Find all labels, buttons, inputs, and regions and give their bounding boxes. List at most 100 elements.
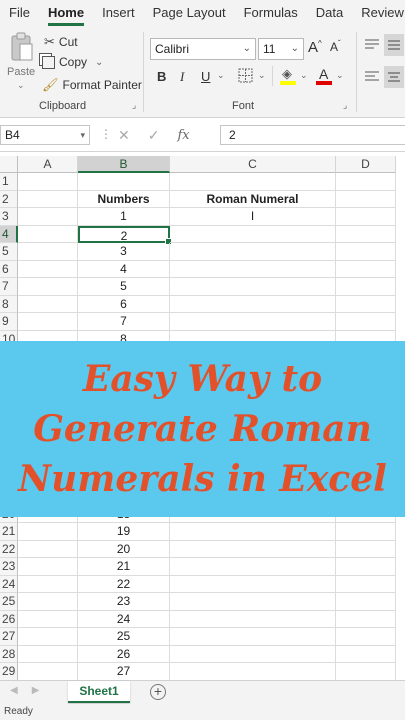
cell-d9[interactable] bbox=[336, 313, 396, 331]
font-color-button[interactable]: A bbox=[316, 66, 332, 86]
cell-d6[interactable] bbox=[336, 260, 396, 278]
cell-c23[interactable] bbox=[170, 558, 336, 576]
cell-a2[interactable] bbox=[18, 190, 78, 208]
cell-b23[interactable]: 21 bbox=[78, 558, 170, 576]
align-left-icon[interactable] bbox=[364, 70, 380, 84]
cell-c2[interactable]: Roman Numeral bbox=[170, 190, 336, 208]
cell-d27[interactable] bbox=[336, 628, 396, 646]
cell-a25[interactable] bbox=[18, 593, 78, 611]
shrink-font-button[interactable]: Aˇ bbox=[330, 39, 341, 54]
cell-c9[interactable] bbox=[170, 313, 336, 331]
cell-a5[interactable] bbox=[18, 243, 78, 261]
column-header-d[interactable]: D bbox=[336, 156, 396, 173]
cell-c1[interactable] bbox=[170, 173, 336, 191]
tab-file[interactable]: File bbox=[0, 0, 39, 26]
row-header[interactable]: 29 bbox=[0, 663, 18, 681]
chevron-down-icon[interactable]: ⌄ bbox=[217, 70, 225, 81]
tab-insert[interactable]: Insert bbox=[93, 0, 144, 26]
column-header-a[interactable]: A bbox=[18, 156, 78, 173]
cell-b26[interactable]: 24 bbox=[78, 610, 170, 628]
cell-c26[interactable] bbox=[170, 610, 336, 628]
align-top-icon[interactable] bbox=[364, 38, 380, 52]
cell-b28[interactable]: 26 bbox=[78, 645, 170, 663]
row-header[interactable]: 8 bbox=[0, 295, 18, 313]
cell-b21[interactable]: 19 bbox=[78, 523, 170, 541]
font-size-select[interactable]: 11 ⌄ bbox=[258, 38, 304, 60]
row-header[interactable]: 26 bbox=[0, 610, 18, 628]
cell-d1[interactable] bbox=[336, 173, 396, 191]
cell-d22[interactable] bbox=[336, 540, 396, 558]
format-painter-button[interactable]: 🖌 Format Painter bbox=[42, 77, 142, 93]
cell-d23[interactable] bbox=[336, 558, 396, 576]
cell-b29[interactable]: 27 bbox=[78, 663, 170, 681]
cell-a26[interactable] bbox=[18, 610, 78, 628]
row-header[interactable]: 23 bbox=[0, 558, 18, 576]
tab-formulas[interactable]: Formulas bbox=[235, 0, 307, 26]
cell-a9[interactable] bbox=[18, 313, 78, 331]
cell-c3[interactable]: I bbox=[170, 208, 336, 226]
cell-a7[interactable] bbox=[18, 278, 78, 296]
cell-c21[interactable] bbox=[170, 523, 336, 541]
cell-b24[interactable]: 22 bbox=[78, 575, 170, 593]
cut-button[interactable]: ✂ Cut bbox=[44, 34, 78, 50]
underline-button[interactable]: U bbox=[201, 69, 210, 84]
row-header[interactable]: 5 bbox=[0, 243, 18, 261]
cell-a6[interactable] bbox=[18, 260, 78, 278]
row-header[interactable]: 7 bbox=[0, 278, 18, 296]
column-header-c[interactable]: C bbox=[170, 156, 336, 173]
cell-c8[interactable] bbox=[170, 295, 336, 313]
fill-color-button[interactable]: ◈ bbox=[280, 66, 298, 86]
cell-c24[interactable] bbox=[170, 575, 336, 593]
add-sheet-icon[interactable]: + bbox=[150, 684, 166, 700]
cell-a8[interactable] bbox=[18, 295, 78, 313]
cell-c22[interactable] bbox=[170, 540, 336, 558]
cell-b5[interactable]: 3 bbox=[78, 243, 170, 261]
cell-b8[interactable]: 6 bbox=[78, 295, 170, 313]
insert-function-button[interactable]: fx bbox=[177, 128, 189, 143]
cell-c28[interactable] bbox=[170, 645, 336, 663]
copy-button[interactable]: Copy ⌄ bbox=[42, 55, 103, 69]
cell-a24[interactable] bbox=[18, 575, 78, 593]
font-name-select[interactable]: Calibri ⌄ bbox=[150, 38, 256, 60]
formula-input[interactable]: 2 bbox=[220, 125, 405, 145]
cell-a21[interactable] bbox=[18, 523, 78, 541]
chevron-down-icon[interactable]: ⌄ bbox=[17, 80, 25, 91]
chevron-down-icon[interactable]: ⌄ bbox=[258, 70, 266, 81]
row-header[interactable]: 25 bbox=[0, 593, 18, 611]
chevron-down-icon[interactable]: ⌄ bbox=[300, 70, 308, 81]
cell-c4[interactable] bbox=[170, 225, 336, 243]
grow-font-button[interactable]: A^ bbox=[308, 39, 322, 56]
cell-d5[interactable] bbox=[336, 243, 396, 261]
chevron-down-icon[interactable]: ⌄ bbox=[336, 70, 344, 81]
cell-d24[interactable] bbox=[336, 575, 396, 593]
cell-c6[interactable] bbox=[170, 260, 336, 278]
select-all-corner[interactable] bbox=[0, 156, 18, 173]
sheet-nav-arrows-icon[interactable]: ◀▶ bbox=[10, 685, 53, 696]
cell-b22[interactable]: 20 bbox=[78, 540, 170, 558]
cell-b6[interactable]: 4 bbox=[78, 260, 170, 278]
cell-d29[interactable] bbox=[336, 663, 396, 681]
cell-d7[interactable] bbox=[336, 278, 396, 296]
more-icon[interactable]: ⋮ bbox=[100, 127, 112, 141]
column-header-b[interactable]: B bbox=[78, 156, 170, 173]
name-box[interactable]: B4 ▾ bbox=[0, 125, 90, 145]
row-header[interactable]: 28 bbox=[0, 645, 18, 663]
tab-review[interactable]: Review bbox=[352, 0, 405, 26]
enter-icon[interactable]: ✓ bbox=[148, 127, 160, 144]
cell-c25[interactable] bbox=[170, 593, 336, 611]
row-header[interactable]: 6 bbox=[0, 260, 18, 278]
cell-b7[interactable]: 5 bbox=[78, 278, 170, 296]
cell-c29[interactable] bbox=[170, 663, 336, 681]
row-header[interactable]: 27 bbox=[0, 628, 18, 646]
cell-a3[interactable] bbox=[18, 208, 78, 226]
cell-a29[interactable] bbox=[18, 663, 78, 681]
cell-d8[interactable] bbox=[336, 295, 396, 313]
cell-d3[interactable] bbox=[336, 208, 396, 226]
cell-d21[interactable] bbox=[336, 523, 396, 541]
tab-home[interactable]: Home bbox=[39, 0, 93, 26]
cell-c5[interactable] bbox=[170, 243, 336, 261]
dialog-launcher-icon[interactable]: ⌟ bbox=[132, 100, 136, 111]
tab-page-layout[interactable]: Page Layout bbox=[144, 0, 235, 26]
cell-d4[interactable] bbox=[336, 225, 396, 243]
cell-b25[interactable]: 23 bbox=[78, 593, 170, 611]
